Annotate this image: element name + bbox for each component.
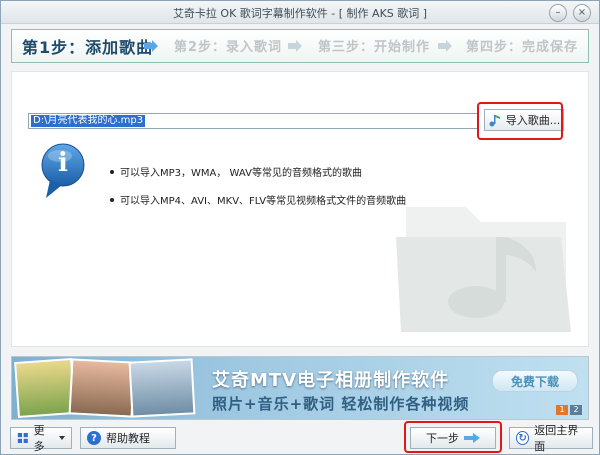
ad-banner[interactable]: 艾奇MTV电子相册制作软件 照片+音乐+歌词 轻松制作各种视频 免费下载 1 2 (11, 356, 589, 420)
info-letter: i (58, 148, 68, 178)
app-window: 艾奇卡拉 OK 歌词字幕制作软件 - [ 制作 AKS 歌词 ] – × 第1步… (0, 0, 600, 455)
return-icon: ↻ (516, 431, 530, 445)
banner-photo (14, 358, 76, 418)
windows-grid-icon (17, 432, 28, 444)
info-list: 可以导入MP3，WMA， WAV等常见的音频格式的歌曲 可以导入MP4、AVI、… (110, 164, 406, 220)
minimize-icon: – (555, 7, 561, 18)
window-controls: – × (549, 4, 591, 22)
banner-photo (128, 358, 196, 418)
step-arrow-icon (144, 40, 158, 52)
close-icon: × (577, 7, 587, 18)
list-item-text: 可以导入MP3，WMA， WAV等常见的音频格式的歌曲 (120, 168, 362, 179)
step-4-label: 第四步：完成保存 (466, 40, 579, 55)
title-bar: 艾奇卡拉 OK 歌词字幕制作软件 - [ 制作 AKS 歌词 ] – × (1, 1, 599, 24)
import-highlight-box (477, 102, 563, 140)
list-item-text: 可以导入MP4、AVI、MKV、FLV等常见视频格式文件的音频歌曲 (120, 196, 407, 207)
more-button[interactable]: 更多 (10, 424, 72, 453)
next-highlight-box (404, 421, 502, 453)
home-label: 返回主界面 (534, 424, 579, 453)
return-home-button[interactable]: ↻ 返回主界面 (509, 424, 593, 453)
list-item: 可以导入MP3，WMA， WAV等常见的音频格式的歌曲 (110, 164, 406, 179)
bullet-dot-icon (110, 197, 114, 202)
file-path-text: D:\月亮代表我的心.mp3 (31, 115, 146, 127)
bottom-toolbar: 更多 ? 帮助教程 下一步 ↻ 返回主界面 (1, 422, 599, 454)
step-arrow-icon (288, 40, 302, 52)
help-tutorial-button[interactable]: ? 帮助教程 (80, 427, 176, 449)
banner-page-2[interactable]: 2 (570, 405, 582, 415)
close-button[interactable]: × (573, 4, 591, 22)
window-title: 艾奇卡拉 OK 歌词字幕制作软件 - [ 制作 AKS 歌词 ] (172, 7, 428, 20)
banner-page-1[interactable]: 1 (556, 405, 568, 415)
banner-pager: 1 2 (556, 405, 582, 415)
help-label: 帮助教程 (106, 432, 150, 445)
file-path-field[interactable]: D:\月亮代表我的心.mp3 (28, 113, 478, 129)
banner-photo (68, 358, 136, 418)
step-2-label: 第2步：录入歌词 (174, 40, 283, 55)
more-label: 更多 (33, 424, 45, 453)
free-download-button[interactable]: 免费下载 (492, 370, 578, 392)
banner-title: 艾奇MTV电子相册制作软件 (212, 370, 450, 391)
info-icon: i (40, 142, 86, 202)
step-bar: 第1步：添加歌曲 第2步：录入歌词 第三步：开始制作 第四步：完成保存 (11, 29, 589, 63)
minimize-button[interactable]: – (549, 4, 567, 22)
step-3-label: 第三步：开始制作 (318, 40, 431, 55)
step-1-label: 第1步：添加歌曲 (22, 38, 154, 57)
step-arrow-icon (438, 40, 452, 52)
banner-subtitle: 照片+音乐+歌词 轻松制作各种视频 (212, 395, 470, 413)
help-icon: ? (87, 431, 101, 445)
bullet-dot-icon (110, 169, 114, 174)
dropdown-arrow-icon (59, 436, 65, 440)
list-item: 可以导入MP4、AVI、MKV、FLV等常见视频格式文件的音频歌曲 (110, 192, 406, 207)
